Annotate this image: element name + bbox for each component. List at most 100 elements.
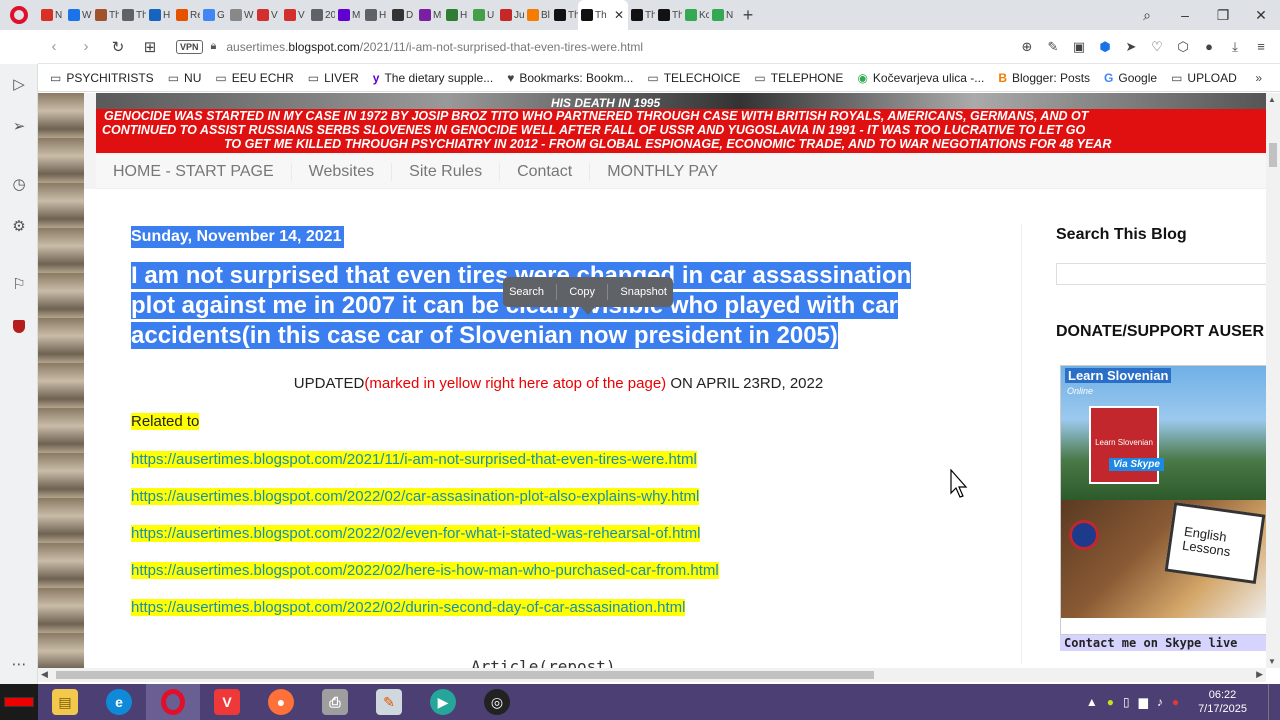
tray-overflow-icon[interactable]: ▲	[1086, 695, 1098, 709]
browser-tab[interactable]: Th	[551, 0, 578, 30]
skype-contact-label[interactable]: Contact me on Skype live	[1060, 635, 1266, 651]
obs-icon[interactable]: ◎	[470, 684, 524, 720]
vivaldi-icon[interactable]: V	[200, 684, 254, 720]
bookmark-item[interactable]: ♥ Bookmarks: Bookm...	[507, 71, 633, 85]
browser-tab[interactable]: Th	[92, 0, 119, 30]
speed-dial-icon[interactable]: ▷	[9, 74, 29, 94]
horizontal-scroll-thumb[interactable]	[56, 671, 874, 679]
browser-tab[interactable]: W	[227, 0, 254, 30]
shield-icon[interactable]: ⬢	[1094, 39, 1116, 55]
menu-item-monthly-pay[interactable]: MONTHLY PAY	[590, 163, 735, 181]
menu-icon[interactable]: ≡	[1250, 39, 1272, 55]
maximize-button[interactable]: ❐	[1204, 0, 1242, 30]
bookmark-item[interactable]: y The dietary supple...	[373, 71, 493, 85]
history-icon[interactable]: ◷	[9, 174, 29, 194]
popup-snapshot-button[interactable]: Snapshot	[620, 286, 666, 298]
volume-icon[interactable]: ♪	[1157, 695, 1163, 709]
bookmark-item[interactable]: G Google	[1104, 71, 1157, 85]
browser-tab[interactable]: Bl	[524, 0, 551, 30]
bookmark-item[interactable]: ▭ TELEPHONE	[754, 71, 843, 85]
tray-app-icon[interactable]: ●	[1107, 695, 1114, 709]
scroll-right-icon[interactable]: ▶	[1256, 669, 1263, 680]
browser-tab[interactable]: V	[281, 0, 308, 30]
related-link[interactable]: https://ausertimes.blogspot.com/2022/02/…	[131, 525, 701, 542]
settings-gear-icon[interactable]: ⚙	[9, 216, 29, 236]
back-button[interactable]: ‹	[38, 38, 70, 55]
send-icon[interactable]: ➢	[9, 116, 29, 136]
lock-icon[interactable]: 🔒︎	[211, 40, 217, 53]
browser-tab[interactable]: M	[416, 0, 443, 30]
browser-tab[interactable]: Ju	[497, 0, 524, 30]
minimize-button[interactable]: –	[1166, 0, 1204, 30]
menu-item-home[interactable]: HOME - START PAGE	[96, 162, 292, 181]
vertical-scroll-thumb[interactable]	[1269, 143, 1277, 167]
browser-tab[interactable]: Th	[628, 0, 655, 30]
bookmark-item[interactable]: ◉ Kočevarjeva ulica -...	[857, 71, 984, 85]
show-desktop-button[interactable]	[1268, 684, 1274, 720]
battery-icon[interactable]: ▯	[1123, 695, 1130, 709]
tab-search-icon[interactable]: ⌕	[1128, 0, 1166, 30]
extensions-icon[interactable]: ⬡	[1172, 39, 1194, 55]
bookmark-item[interactable]: ▭ TELECHOICE	[647, 71, 740, 85]
security-icon[interactable]: ●	[1172, 695, 1179, 709]
network-icon[interactable]: ▆	[1139, 695, 1148, 709]
scanner-app-icon[interactable]: ⎙	[308, 684, 362, 720]
horizontal-scrollbar[interactable]: ◀ ▶	[38, 668, 1266, 682]
new-tab-button[interactable]: +	[736, 5, 760, 26]
browser-tab[interactable]: H	[146, 0, 173, 30]
zoom-icon[interactable]: ⊕	[1016, 39, 1038, 55]
close-window-button[interactable]: ✕	[1242, 0, 1280, 30]
ublock-icon[interactable]	[9, 316, 29, 336]
browser-tab[interactable]: M	[335, 0, 362, 30]
browser-tab[interactable]: 20	[308, 0, 335, 30]
browser-tab[interactable]: H	[443, 0, 470, 30]
lightbulb-icon[interactable]: ⚐	[9, 274, 29, 294]
related-link[interactable]: https://ausertimes.blogspot.com/2021/11/…	[131, 451, 697, 468]
menu-item-websites[interactable]: Websites	[292, 162, 393, 181]
url-field[interactable]: ausertimes.blogspot.com/2021/11/i-am-not…	[226, 40, 643, 54]
browser-tab[interactable]: H	[362, 0, 389, 30]
scroll-left-icon[interactable]: ◀	[41, 669, 48, 680]
send-icon[interactable]: ➤	[1120, 39, 1142, 55]
vpn-badge[interactable]: VPN	[176, 39, 203, 54]
popup-search-button[interactable]: Search	[509, 286, 544, 298]
reload-button[interactable]: ↻	[102, 38, 134, 56]
file-explorer-icon[interactable]: ▤	[38, 684, 92, 720]
browser-tab[interactable]: Th	[119, 0, 146, 30]
browser-tab[interactable]: N	[38, 0, 65, 30]
blog-search-input[interactable]	[1056, 263, 1266, 285]
browser-tab[interactable]: G	[200, 0, 227, 30]
menu-item-contact[interactable]: Contact	[500, 162, 591, 181]
browser-tab[interactable]: Kc	[682, 0, 709, 30]
browser-tab[interactable]: Th	[655, 0, 682, 30]
scroll-down-icon[interactable]: ▼	[1268, 657, 1276, 666]
bookmarks-overflow-icon[interactable]: »	[1255, 71, 1262, 85]
bookmark-item[interactable]: B Blogger: Posts	[998, 71, 1090, 85]
paint-app-icon[interactable]: ✎	[362, 684, 416, 720]
download-icon[interactable]: ⤓	[1224, 39, 1246, 55]
browser-tab[interactable]: W	[65, 0, 92, 30]
related-link[interactable]: https://ausertimes.blogspot.com/2022/02/…	[131, 599, 686, 616]
menu-item-site-rules[interactable]: Site Rules	[392, 162, 501, 181]
related-link[interactable]: https://ausertimes.blogspot.com/2022/02/…	[131, 488, 700, 505]
scroll-up-icon[interactable]: ▲	[1268, 95, 1276, 104]
vertical-scrollbar[interactable]: ▲ ▼	[1266, 93, 1280, 668]
browser-tab[interactable]: Re	[173, 0, 200, 30]
related-link[interactable]: https://ausertimes.blogspot.com/2022/02/…	[131, 562, 719, 579]
bookmark-item[interactable]: ▭ NU	[168, 71, 202, 85]
heart-icon[interactable]: ♡	[1146, 39, 1168, 55]
browser-tab[interactable]: U	[470, 0, 497, 30]
browser-tab[interactable]: N	[709, 0, 736, 30]
close-tab-icon[interactable]: ✕	[614, 8, 624, 22]
bookmark-item[interactable]: ▭ LIVER	[308, 71, 359, 85]
bookmark-item[interactable]: ▭ PSYCHITRISTS	[50, 71, 154, 85]
lessons-ad-image[interactable]: Learn Slovenian Online Learn Slovenian V…	[1060, 365, 1266, 635]
profile-icon[interactable]: ●	[1198, 39, 1220, 55]
browser-tab[interactable]: D	[389, 0, 416, 30]
bookmark-item[interactable]: ▭ UPLOAD	[1171, 71, 1237, 85]
video-editor-icon[interactable]: ▶	[416, 684, 470, 720]
opera-menu-button[interactable]	[0, 0, 38, 30]
opera-taskbar-icon[interactable]	[146, 684, 200, 720]
popup-copy-button[interactable]: Copy	[569, 286, 595, 298]
forward-button[interactable]: ›	[70, 38, 102, 55]
